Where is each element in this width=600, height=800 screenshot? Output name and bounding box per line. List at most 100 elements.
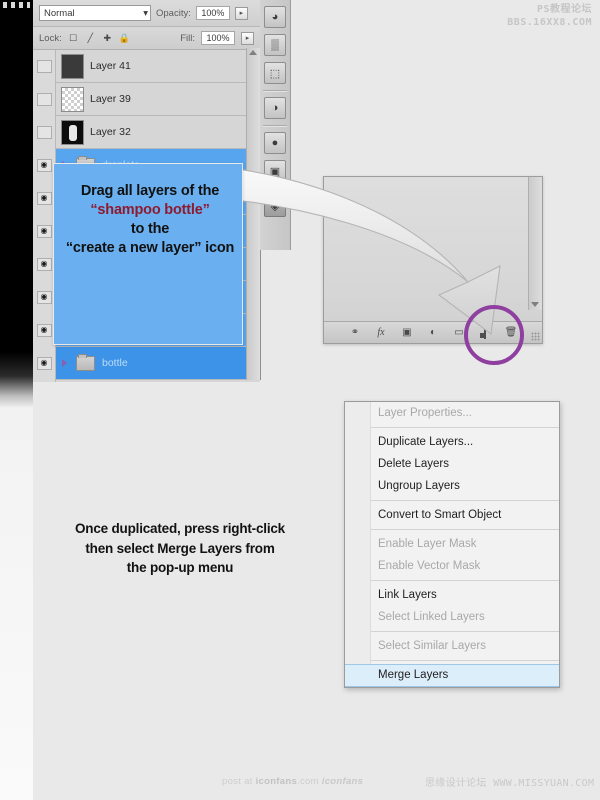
- context-menu-item[interactable]: Ungroup Layers: [345, 475, 559, 497]
- step-caption-text: Once duplicated, press right-click then …: [40, 519, 320, 578]
- scroll-up-arrow-icon[interactable]: [249, 50, 257, 55]
- eye-icon[interactable]: [36, 92, 52, 106]
- context-menu-item[interactable]: Merge Layers: [345, 664, 559, 687]
- watermark-missyuan-credit: 思缘设计论坛 WWW.MISSYUAN.COM: [425, 774, 594, 789]
- watermark-iconfans-credit: post at iconfans.com iconfans: [222, 776, 363, 787]
- context-menu-item[interactable]: Convert to Smart Object: [345, 504, 559, 526]
- watermark-bottom-bar: post at iconfans.com iconfans 思缘设计论坛 WWW…: [0, 774, 600, 789]
- lock-label: Lock:: [39, 32, 62, 44]
- context-menu-item[interactable]: Delete Layers: [345, 453, 559, 475]
- eye-glyph: ◉: [40, 292, 48, 301]
- watermark-top-right: PS教程论坛 BBS.16XX8.COM: [507, 4, 592, 29]
- mask-icon[interactable]: ◑: [264, 97, 286, 119]
- callout-line-4: “create a new layer” icon: [65, 240, 235, 257]
- layers-panel-options-row: Normal ▾ Opacity: 100% ▸: [33, 0, 260, 27]
- eye-icon[interactable]: [36, 125, 52, 139]
- callout-line-3: to the: [130, 221, 170, 238]
- scroll-down-arrow-icon[interactable]: [531, 302, 539, 307]
- 3d-sphere-icon[interactable]: ●: [264, 132, 286, 154]
- highlight-circle: [464, 305, 524, 365]
- callout-line-1: Drag all layers of the: [80, 183, 220, 199]
- caption-line-3: the pop-up menu: [126, 560, 234, 576]
- callout-highlight-text: “shampoo bottle”: [90, 202, 210, 219]
- eye-icon[interactable]: ◉: [36, 158, 52, 172]
- panel-resize-grip[interactable]: [531, 332, 540, 341]
- context-menu-item: Enable Layer Mask: [378, 538, 477, 550]
- fill-input[interactable]: 100%: [201, 31, 235, 45]
- mock-panel-scrollbar[interactable]: [528, 177, 542, 310]
- layer-name-label: bottle: [102, 357, 128, 369]
- layer-name-label: Layer 32: [90, 126, 131, 138]
- opacity-stepper[interactable]: ▸: [234, 6, 248, 20]
- layers-panel-lock-row: Lock: ☐ ╱ ✚ 🔒 Fill: 100% ▸: [33, 27, 260, 50]
- layer-name-label: Layer 39: [90, 93, 131, 105]
- folder-icon: [76, 353, 95, 371]
- layer-row[interactable]: ◉ bottle: [33, 346, 260, 380]
- eye-glyph: ◉: [40, 325, 48, 334]
- transparency-lock-icon[interactable]: ☐: [68, 33, 79, 44]
- layer-visibility-toggle[interactable]: [33, 379, 56, 382]
- eye-icon[interactable]: ◉: [36, 290, 52, 304]
- panel-icon-dock: ◕ ▒ ⬚ ◑ ● ▣ ◈: [260, 0, 291, 250]
- link-layers-icon[interactable]: ⚭: [348, 327, 362, 338]
- callout-instruction-text: Drag all layers of the “shampoo bottle” …: [45, 182, 255, 259]
- context-menu-separator: [371, 660, 559, 661]
- layer-context-menu[interactable]: Layer Properties... Duplicate Layers... De…: [344, 401, 560, 688]
- caption-line-2: then select Merge Layers from: [85, 540, 275, 556]
- layer-row[interactable]: Layer 32: [33, 115, 260, 149]
- watermark-top-line-2: BBS.16XX8.COM: [507, 16, 592, 28]
- iconfans-logo: iconfans: [321, 775, 364, 787]
- layer-row[interactable]: Layer 39: [33, 82, 260, 116]
- eye-glyph: ◉: [40, 259, 48, 268]
- add-layer-mask-icon[interactable]: ▣: [400, 327, 414, 338]
- adjustment-layer-icon[interactable]: ◐: [426, 327, 440, 338]
- context-menu-item: Select Similar Layers: [378, 640, 487, 652]
- eye-icon[interactable]: ◉: [36, 323, 52, 337]
- color-palette-icon[interactable]: ◕: [264, 6, 286, 28]
- chevron-down-icon[interactable]: ▾: [143, 8, 148, 19]
- missyuan-cn-name: 思缘设计论坛: [425, 777, 487, 789]
- layers-stack-icon[interactable]: ◈: [264, 195, 286, 217]
- layer-style-fx-icon[interactable]: fx: [374, 327, 388, 338]
- fill-label: Fill:: [180, 32, 195, 44]
- credit-prefix: post at: [222, 775, 256, 787]
- context-menu-separator: [371, 500, 559, 501]
- eye-icon[interactable]: ◉: [36, 257, 52, 271]
- layer-visibility-toggle[interactable]: [33, 82, 56, 116]
- swatches-icon[interactable]: ▒: [264, 34, 286, 56]
- caption-line-1: Once duplicated, press right-click: [74, 521, 285, 536]
- context-menu-item: Enable Vector Mask: [378, 560, 481, 572]
- context-menu-separator: [371, 580, 559, 581]
- watermark-top-line-1: PS教程论坛: [536, 4, 592, 15]
- fill-stepper[interactable]: ▸: [241, 31, 254, 45]
- layer-visibility-toggle[interactable]: ◉: [33, 346, 56, 380]
- transform-icon[interactable]: ▣: [264, 160, 286, 182]
- opacity-label: Opacity:: [156, 7, 191, 19]
- move-lock-icon[interactable]: ✚: [102, 33, 113, 44]
- context-menu-separator: [371, 631, 559, 632]
- layer-name-label: Layer 41: [90, 60, 131, 72]
- group-disclosure-triangle-icon[interactable]: [62, 359, 72, 367]
- missyuan-url: WWW.MISSYUAN.COM: [493, 777, 595, 789]
- layer-row[interactable]: background: [33, 379, 260, 382]
- context-menu-item: Select Linked Layers: [378, 611, 485, 623]
- layer-thumbnail: [61, 53, 84, 79]
- adjustments-icon[interactable]: ⬚: [264, 62, 286, 84]
- layer-visibility-toggle[interactable]: [33, 115, 56, 149]
- layer-thumbnail: [61, 86, 84, 112]
- all-lock-icon[interactable]: 🔒: [119, 33, 130, 44]
- brush-lock-icon[interactable]: ╱: [85, 33, 96, 44]
- blend-mode-select[interactable]: Normal ▾: [39, 5, 151, 21]
- layer-visibility-toggle[interactable]: [33, 50, 56, 83]
- eye-glyph: ◉: [40, 358, 48, 367]
- blend-mode-value: Normal: [44, 7, 75, 19]
- eye-icon[interactable]: ◉: [36, 356, 52, 370]
- dock-separator: [263, 125, 287, 126]
- opacity-input[interactable]: 100%: [195, 6, 230, 20]
- eye-icon[interactable]: [36, 59, 52, 73]
- dock-separator: [263, 90, 287, 91]
- context-menu-item[interactable]: Duplicate Layers...: [345, 431, 559, 453]
- context-menu-item[interactable]: Link Layers: [345, 584, 559, 606]
- credit-suffix: .com: [297, 775, 319, 787]
- layer-row[interactable]: Layer 41: [33, 50, 260, 83]
